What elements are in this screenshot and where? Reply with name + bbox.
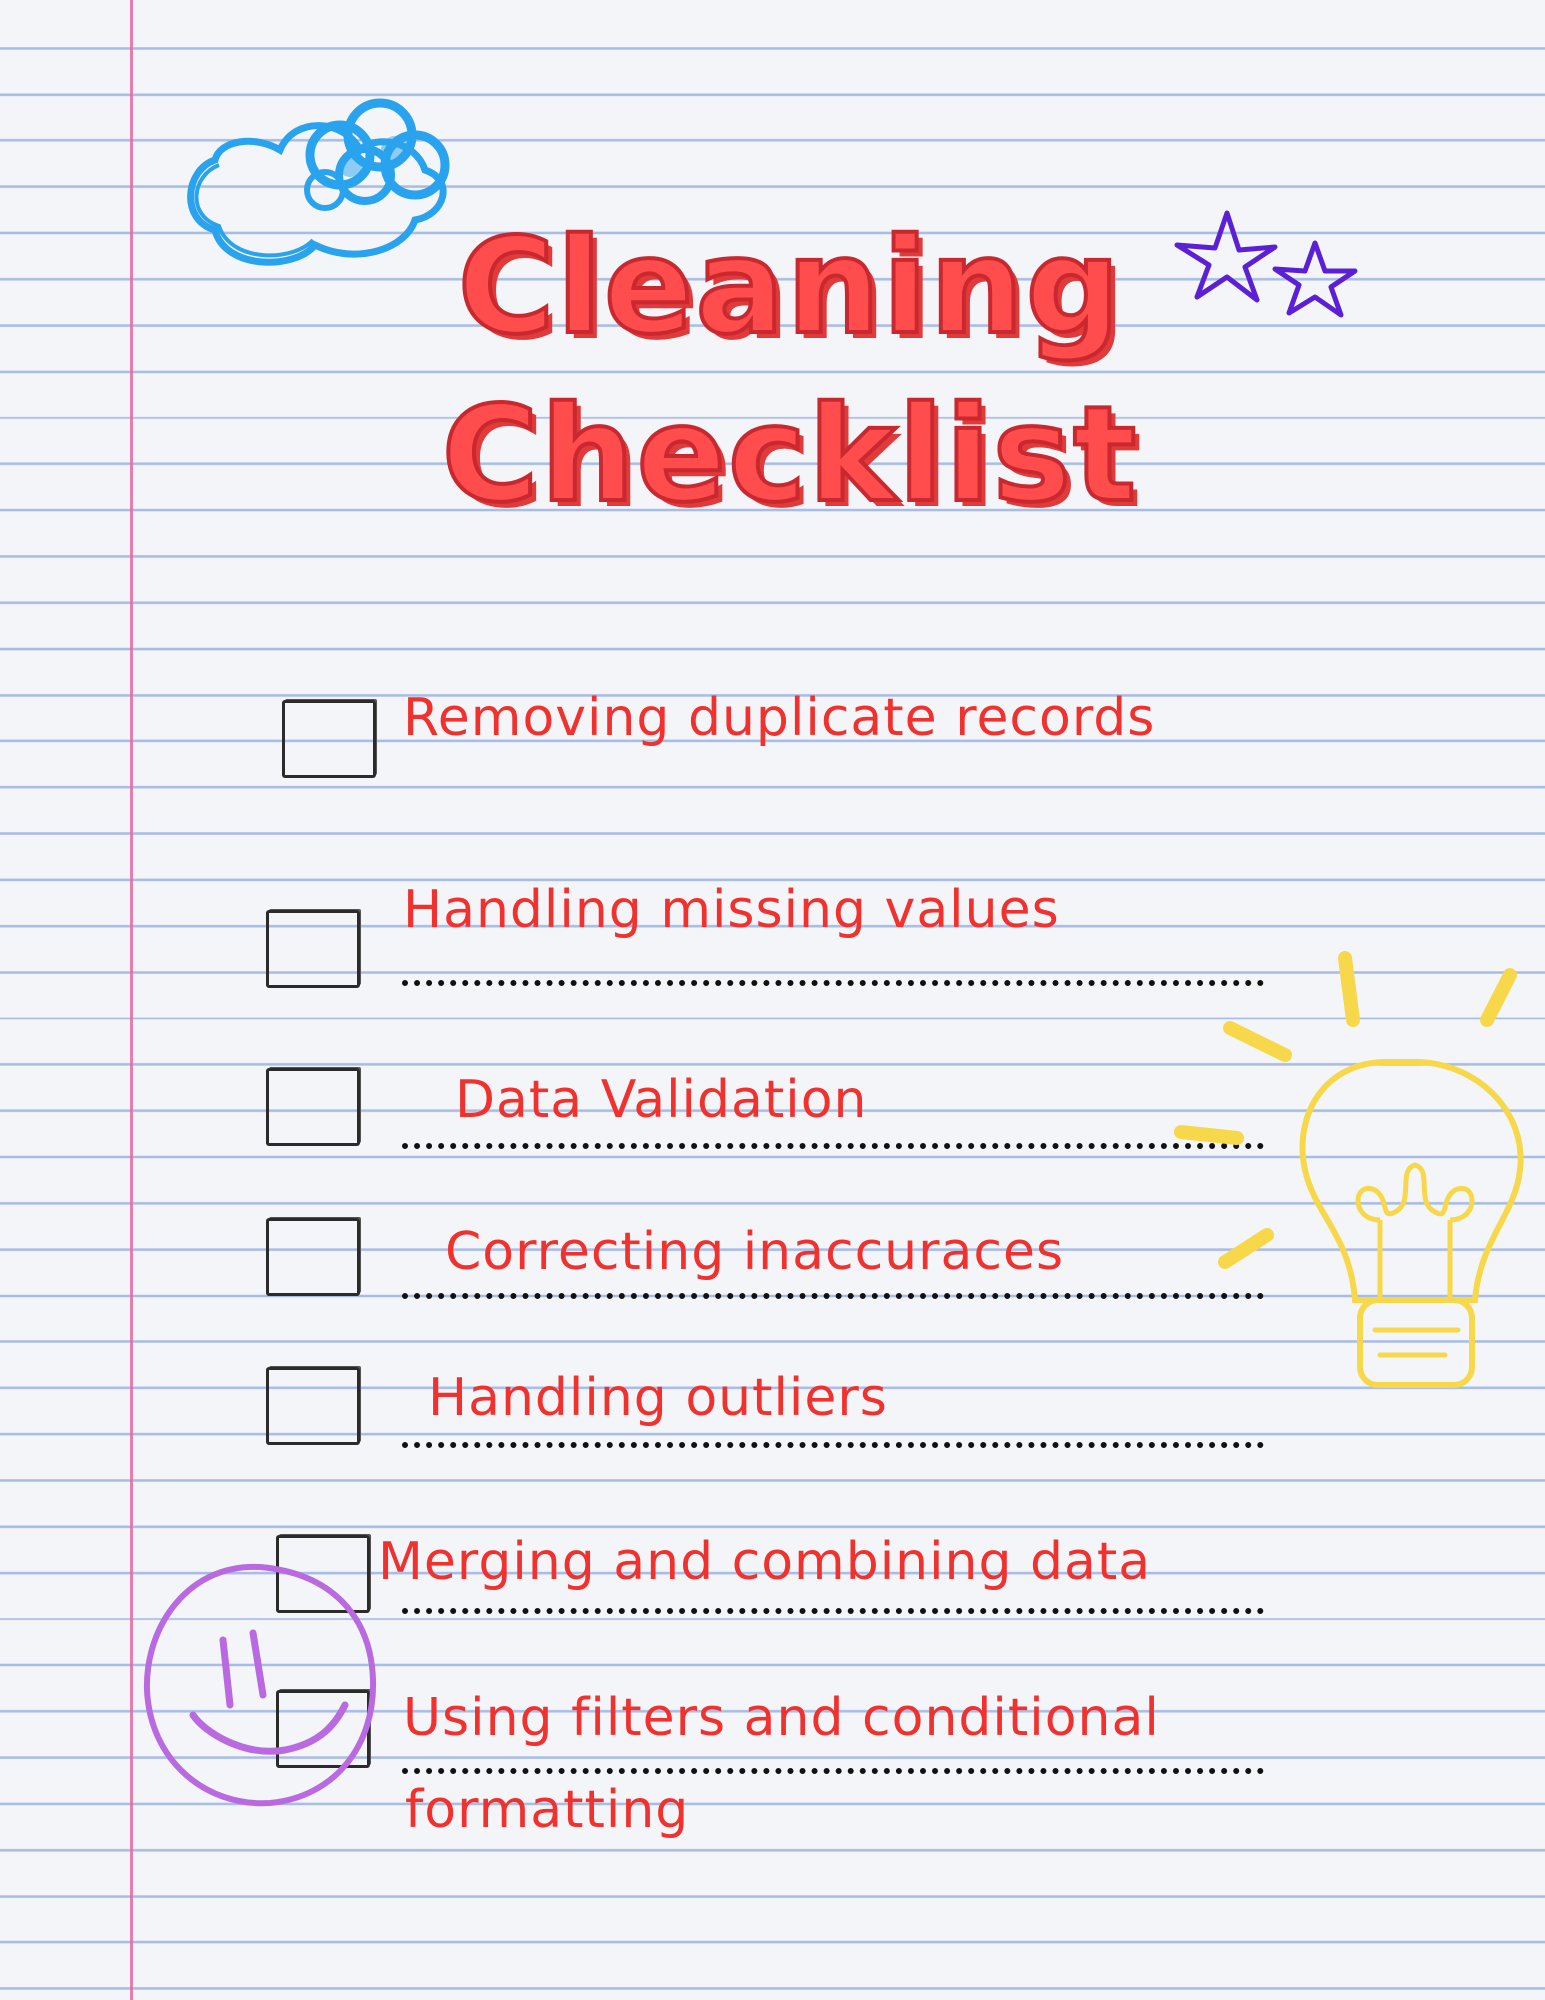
- checklist-item-label-continued: formatting: [405, 1780, 690, 1840]
- checkbox-correcting-inaccuracies[interactable]: [266, 1218, 360, 1296]
- writing-line: [402, 1768, 1264, 1774]
- stars-icon: [1174, 210, 1358, 318]
- lightbulb-icon: [1174, 951, 1524, 1388]
- writing-line: [402, 980, 1264, 986]
- checkbox-handling-outliers[interactable]: [266, 1367, 360, 1445]
- checklist-item-label: Removing duplicate records: [403, 688, 1156, 748]
- writing-line: [402, 1442, 1264, 1448]
- page-title-line2: Checklist: [440, 376, 1139, 534]
- writing-line: [402, 1143, 1264, 1149]
- margin-line: [130, 0, 133, 2000]
- writing-line: [402, 1608, 1264, 1614]
- page-title-line1: Cleaning: [456, 208, 1123, 366]
- smiley-icon: [143, 1563, 377, 1807]
- checklist-item-label: Using filters and conditional: [403, 1688, 1160, 1748]
- checklist-item-label: Handling outliers: [428, 1368, 888, 1428]
- checklist-item-label: Handling missing values: [403, 880, 1060, 940]
- writing-line: [402, 1293, 1264, 1299]
- checkbox-missing-values[interactable]: [266, 910, 360, 988]
- checklist-item-label: Merging and combining data: [378, 1532, 1152, 1592]
- checkbox-removing-duplicates[interactable]: [282, 700, 376, 778]
- checkbox-data-validation[interactable]: [266, 1068, 360, 1146]
- checklist-item-label: Correcting inaccuraces: [445, 1222, 1065, 1282]
- checklist-item-label: Data Validation: [455, 1070, 868, 1130]
